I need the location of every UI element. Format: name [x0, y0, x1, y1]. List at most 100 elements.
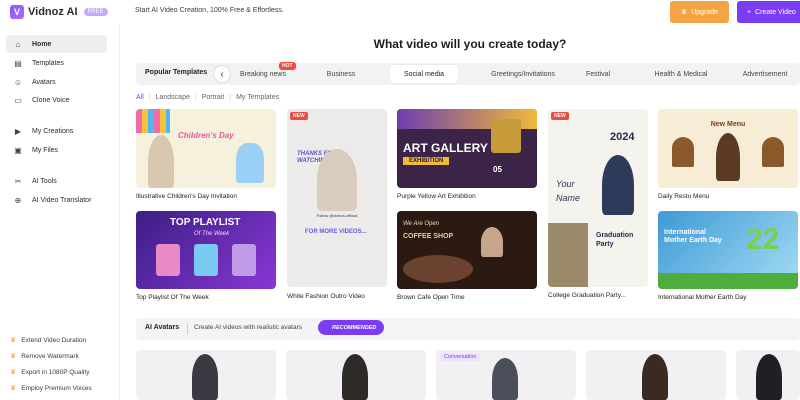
grass-strip — [658, 273, 798, 289]
divider — [187, 323, 188, 334]
app-window: V Vidnoz AI FREE Start AI Video Creation… — [0, 0, 800, 400]
template-card-daily-resto-menu[interactable]: New Menu — [658, 109, 798, 188]
template-card-mother-earth-day[interactable]: International Mother Earth Day 22 — [658, 211, 798, 289]
recommended-label: RECOMMENDED — [332, 324, 377, 331]
filter-my-templates[interactable]: My Templates — [236, 94, 279, 101]
sidebar-item-clone-voice[interactable]: ▭ Clone Voice — [6, 91, 107, 109]
promo-premium-voices[interactable]: ♛ Employ Premium Voices — [10, 384, 92, 393]
home-icon: ⌂ — [15, 39, 21, 49]
card-art-subtitle: We Are Open — [403, 221, 440, 227]
logo-text: Vidnoz AI — [28, 6, 78, 18]
tab-greetings-invitations[interactable]: Greetings/Invitations — [468, 65, 578, 83]
recommended-badge: RECOMMENDED — [318, 320, 385, 335]
avatar-figure — [481, 227, 503, 257]
create-video-button[interactable]: + Create Video — [737, 1, 800, 23]
template-card-white-fashion-outro[interactable]: NEW THANKS FOR WATCHING! Follow @videos.… — [287, 109, 387, 287]
card-art-title: Graduation Party — [596, 232, 634, 248]
promo-remove-watermark[interactable]: ♛ Remove Watermark — [10, 352, 79, 361]
sidebar-item-label: Templates — [32, 59, 64, 67]
card-art-title: New Menu — [710, 121, 746, 128]
card-caption: International Mother Earth Day — [658, 294, 747, 301]
divider: | — [229, 94, 232, 101]
card-art-title: International Mother Earth Day — [664, 229, 722, 244]
card-caption: White Fashion Outro Video — [287, 293, 365, 300]
card-art-follow: Follow @videos.official — [316, 213, 358, 218]
tab-advertisement[interactable]: Advertisement — [734, 65, 796, 83]
upgrade-label: Upgrade — [691, 8, 719, 16]
plus-icon: + — [747, 8, 752, 16]
avatar-figure — [492, 358, 518, 400]
template-card-art-gallery[interactable]: ART GALLERY EXHIBITION 05 — [397, 109, 537, 188]
avatar-card[interactable] — [586, 350, 726, 400]
sidebar-item-templates[interactable]: ▤ Templates — [6, 54, 107, 72]
avatar-card[interactable] — [736, 350, 800, 400]
tab-business[interactable]: Business — [306, 65, 376, 83]
filter-landscape[interactable]: Landscape — [156, 94, 190, 101]
avatar-card[interactable] — [136, 350, 276, 400]
thumb-3 — [232, 244, 256, 276]
divider: | — [148, 94, 151, 101]
template-card-graduation-party[interactable]: NEW 2024 Your Name Graduation Party — [548, 109, 648, 287]
decor-blocks — [136, 109, 170, 133]
campus-photo — [548, 223, 588, 287]
sidebar-item-avatars[interactable]: ☺ Avatars — [6, 73, 107, 91]
sidebar-item-ai-tools[interactable]: ✂ AI Tools — [6, 172, 107, 190]
sidebar-item-my-files[interactable]: ▣ My Files — [6, 141, 107, 159]
promo-label: Extend Video Duration — [21, 336, 87, 344]
card-art-title: COFFEE SHOP — [403, 233, 454, 240]
logo-icon: V — [10, 5, 24, 19]
avatar-figure — [602, 155, 634, 215]
tab-festival[interactable]: Festival — [576, 65, 620, 83]
sidebar-item-label: Clone Voice — [32, 96, 70, 104]
tools-icon: ✂ — [14, 176, 22, 186]
card-art-subtitle: EXHIBITION — [403, 157, 450, 165]
card-art-more: FOR MORE VIDEOS... — [305, 229, 367, 235]
sidebar-item-label: Home — [32, 40, 52, 48]
sidebar-item-label: My Files — [32, 146, 59, 154]
sidebar-item-home[interactable]: ⌂ Home — [6, 35, 107, 53]
card-art-title: TOP PLAYLIST — [170, 217, 241, 228]
card-art-number: 22 — [746, 223, 780, 256]
create-video-label: Create Video — [755, 8, 796, 16]
chevron-left-icon[interactable]: ‹ — [213, 65, 231, 83]
sidebar-item-label: AI Tools — [32, 177, 57, 185]
painting-frame — [491, 119, 521, 153]
sidebar-item-label: Avatars — [32, 78, 56, 86]
crown-icon: ♛ — [680, 9, 688, 16]
top-bar: V Vidnoz AI FREE Start AI Video Creation… — [0, 0, 800, 24]
folder-icon: ▣ — [14, 145, 22, 155]
filter-all[interactable]: All — [136, 94, 144, 101]
upgrade-button[interactable]: ♛ Upgrade — [670, 1, 729, 23]
page-title: What video will you create today? — [373, 37, 567, 51]
conversation-tag: Conversation — [440, 353, 481, 361]
card-art-name: Your Name — [556, 179, 581, 203]
rocket-illustration — [236, 143, 264, 183]
thumb-1 — [156, 244, 180, 276]
tagline: Start AI Video Creation, 100% Free & Eff… — [135, 7, 284, 14]
popular-templates-title: Popular Templates — [145, 69, 208, 76]
template-card-coffee-shop[interactable]: We Are Open COFFEE SHOP — [397, 211, 537, 289]
avatar-card[interactable]: Conversation — [436, 350, 576, 400]
promo-label: Remove Watermark — [21, 352, 79, 360]
promo-label: Export in 1080P Quality — [21, 368, 90, 376]
promo-extend-duration[interactable]: ♛ Extend Video Duration — [10, 336, 87, 345]
avatar-figure — [317, 149, 357, 211]
avatar-card[interactable] — [286, 350, 426, 400]
promo-export-1080p[interactable]: ♛ Export in 1080P Quality — [10, 368, 90, 377]
free-badge: FREE — [83, 8, 108, 16]
tab-health-medical[interactable]: Health & Medical — [644, 65, 718, 83]
logo[interactable]: V Vidnoz AI FREE — [10, 3, 108, 21]
sidebar-item-label: AI Video Translator — [32, 196, 92, 204]
translate-icon: ⊕ — [14, 195, 22, 205]
filter-portrait[interactable]: Portrait — [202, 94, 225, 101]
card-art-subtitle: Of The Week — [194, 231, 230, 237]
template-card-top-playlist[interactable]: TOP PLAYLIST Of The Week — [136, 211, 276, 289]
crown-icon: ♛ — [10, 337, 17, 344]
tab-social-media[interactable]: Social media — [390, 65, 458, 83]
play-icon: ▶ — [14, 126, 22, 136]
avatar-figure — [148, 135, 174, 188]
template-card-childrens-day[interactable]: Children's Day — [136, 109, 276, 188]
sidebar-item-ai-video-translator[interactable]: ⊕ AI Video Translator — [6, 191, 107, 209]
avatar-figure — [716, 133, 740, 181]
sidebar-item-my-creations[interactable]: ▶ My Creations — [6, 122, 107, 140]
